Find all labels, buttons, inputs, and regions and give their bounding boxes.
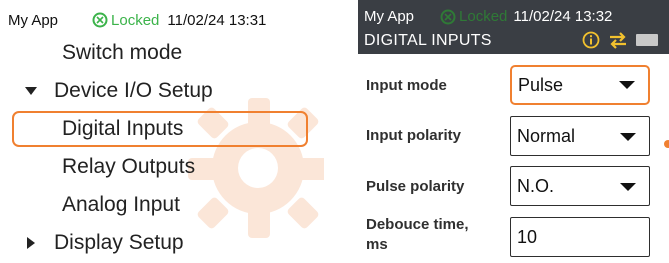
collapsed-arrow-icon	[27, 237, 35, 249]
dropdown-caret-icon	[620, 133, 636, 141]
debounce-time-label-line2: ms	[366, 236, 388, 253]
debounce-time-row: Debouce time, ms 10	[358, 213, 669, 259]
debounce-time-input[interactable]: 10	[510, 217, 650, 257]
debounce-time-value: 10	[517, 227, 538, 247]
input-mode-value: Pulse	[518, 75, 564, 95]
pulse-polarity-row: Pulse polarity N.O.	[358, 164, 669, 210]
screen-header: My App Locked 11/02/24 13:32 DIGITAL INP…	[358, 0, 669, 54]
digital-inputs-screen: My App Locked 11/02/24 13:32 DIGITAL INP…	[358, 0, 669, 263]
status-bar: My App Locked 11/02/24 13:31	[8, 9, 316, 31]
input-polarity-select[interactable]: Normal	[510, 116, 650, 156]
menu-screen: My App Locked 11/02/24 13:31 Switch mode…	[0, 0, 324, 263]
lock-status: Locked	[440, 8, 507, 25]
debounce-time-label-line1: Debouce time,	[366, 216, 469, 233]
header-icons	[582, 31, 658, 49]
menu-item-label: Device I/O Setup	[54, 79, 213, 102]
page-title: DIGITAL INPUTS	[364, 32, 492, 49]
menu-item-label: Switch mode	[62, 41, 183, 64]
expanded-arrow-icon	[25, 87, 37, 95]
lock-icon	[440, 9, 456, 24]
menu-group-device-io-setup[interactable]: Device I/O Setup	[0, 74, 324, 108]
menu-item-label: Digital Inputs	[62, 117, 184, 140]
menu-item-label: Relay Outputs	[62, 155, 196, 178]
menu-item-label: Analog Input	[62, 193, 180, 216]
input-polarity-row: Input polarity Normal	[358, 114, 669, 160]
datetime: 11/02/24 13:31	[167, 11, 267, 29]
app-name: My App	[8, 11, 59, 29]
pulse-polarity-label: Pulse polarity	[366, 178, 465, 195]
lock-text: Locked	[459, 8, 508, 25]
menu-group-display-setup[interactable]: Display Setup	[0, 226, 324, 260]
pulse-polarity-value: N.O.	[517, 176, 555, 196]
debounce-time-label: Debouce time, ms	[366, 215, 469, 255]
dropdown-caret-icon	[619, 81, 635, 89]
menu-item-switch-mode[interactable]: Switch mode	[62, 36, 182, 70]
menu-item-analog-input[interactable]: Analog Input	[62, 188, 180, 222]
scroll-indicator	[664, 140, 669, 148]
menu-item-label: Display Setup	[54, 231, 184, 254]
dropdown-caret-icon	[620, 183, 636, 191]
input-mode-select[interactable]: Pulse	[510, 65, 650, 105]
info-icon[interactable]	[582, 31, 600, 49]
menu-item-digital-inputs[interactable]: Digital Inputs	[62, 112, 183, 146]
datetime: 11/02/24 13:32	[513, 8, 613, 25]
input-mode-row: Input mode Pulse	[358, 62, 669, 108]
pulse-polarity-select[interactable]: N.O.	[510, 166, 650, 206]
input-polarity-value: Normal	[517, 126, 576, 146]
status-bar: My App Locked 11/02/24 13:32	[364, 8, 612, 25]
battery-icon	[636, 34, 658, 46]
app-name: My App	[364, 8, 415, 25]
lock-text: Locked	[111, 11, 160, 29]
menu-item-relay-outputs[interactable]: Relay Outputs	[62, 150, 195, 184]
input-mode-label: Input mode	[366, 77, 447, 94]
lock-status: Locked	[92, 12, 159, 29]
swap-arrows-icon[interactable]	[608, 31, 628, 49]
lock-icon	[92, 12, 108, 28]
input-polarity-label: Input polarity	[366, 127, 461, 144]
